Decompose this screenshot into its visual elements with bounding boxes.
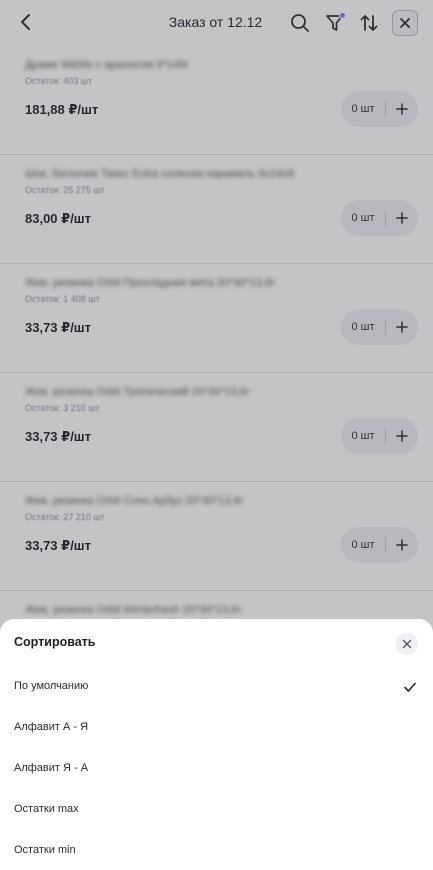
sheet-close-button[interactable]: [396, 633, 418, 655]
sort-option-label: По умолчанию: [14, 680, 89, 692]
sort-option[interactable]: Алфавит Я - А: [0, 749, 433, 790]
checkmark-icon: [404, 682, 416, 692]
sort-option-label: Остатки min: [14, 844, 76, 856]
sort-option[interactable]: Остатки max: [0, 790, 433, 831]
sort-sheet: Сортировать По умолчанию Алфавит А - Я Ал…: [0, 619, 433, 870]
sort-option[interactable]: По умолчанию: [0, 667, 433, 708]
sort-option-label: Остатки max: [14, 803, 79, 815]
sheet-title: Сортировать: [14, 635, 96, 649]
sort-option[interactable]: Алфавит А - Я: [0, 708, 433, 749]
sort-option-label: Алфавит А - Я: [14, 721, 89, 733]
close-icon: [402, 639, 412, 649]
sort-option-label: Алфавит Я - А: [14, 762, 89, 774]
sort-option[interactable]: Остатки min: [0, 831, 433, 870]
